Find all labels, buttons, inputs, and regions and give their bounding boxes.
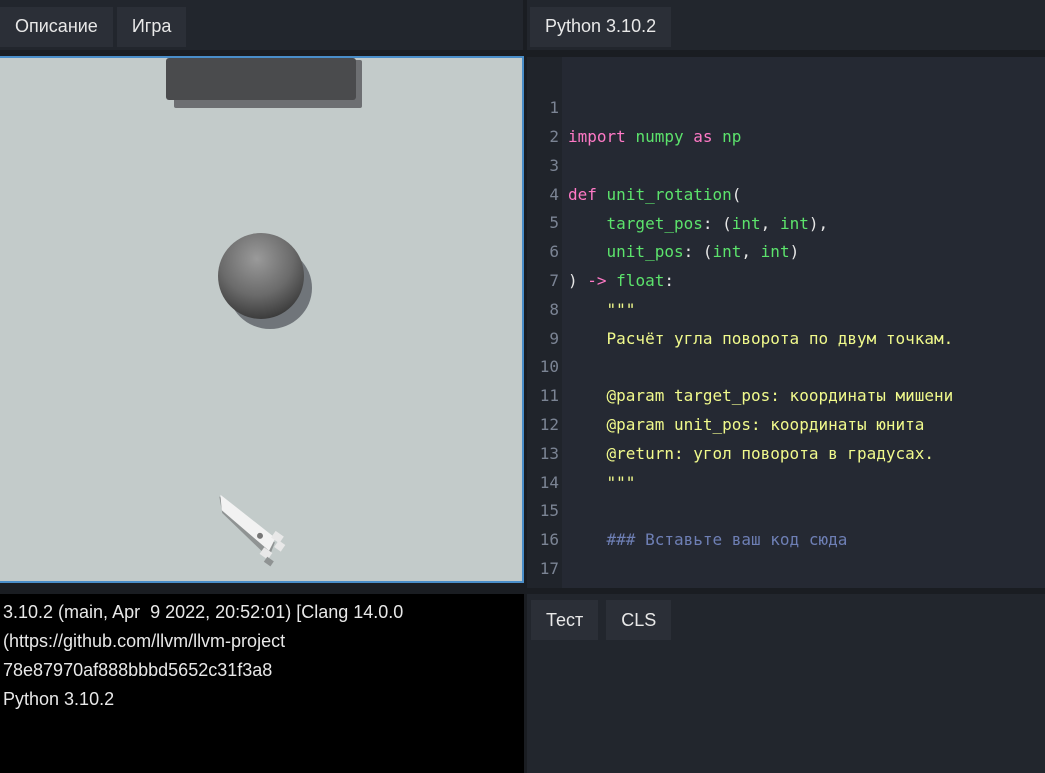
game-canvas[interactable] [0,56,524,583]
code-line: 4 target_pos: (int, int), [549,185,829,233]
tab-game[interactable]: Игра [116,6,187,47]
console-line: Python 3.10.2 [3,689,115,709]
unit-ship [219,494,286,567]
code-line: 8 Расчёт угла поворота по двум точкам. [549,300,954,348]
code-editor[interactable]: 1 import numpy as np 2 3 def unit_rotati… [527,57,1045,588]
code-line: 13 """ [539,444,636,492]
code-line: 2 [549,127,559,146]
code-line: 15 ### Вставьте ваш код сюда [539,501,848,549]
code-line: 18 [527,554,566,583]
console-line: 78e87970af888bbbd5652c31f3a8 [3,660,273,680]
wall-block [166,58,356,100]
code-line: 7 """ [549,271,636,319]
code-line: 10 @param target_pos: координаты мишени [539,357,954,405]
console-output[interactable]: 3.10.2 (main, Apr 9 2022, 20:52:01) [Cla… [0,594,524,773]
code-line: 14 [539,473,559,492]
code-line: 5 unit_pos: (int, int) [549,213,800,261]
code-line: 17 return 0 [539,559,559,578]
console-line: 3.10.2 (main, Apr 9 2022, 20:52:01) [Cla… [3,602,404,622]
tab-description[interactable]: Описание [0,6,113,47]
test-panel: Тест CLS [527,594,1045,773]
target-sphere [218,233,304,319]
code-line: 6 ) -> float: [549,242,674,290]
code-line: 1 import numpy as np [549,98,742,146]
console-line: (https://github.com/llvm/llvm-project [3,631,286,651]
code-line: 16 [539,530,559,549]
right-tab-bar: Python 3.10.2 [527,0,1045,50]
test-button[interactable]: Тест [531,600,599,640]
code-line: 11 @param unit_pos: координаты юнита [539,386,925,434]
left-tab-bar: Описание Игра [0,0,523,50]
game-scene [166,58,362,567]
cls-button[interactable]: CLS [606,600,672,640]
code-line: 12 @return: угол поворота в градусах. [539,415,935,463]
tab-python[interactable]: Python 3.10.2 [530,6,672,47]
code-line: 9 [549,329,559,348]
code-line: 3 def unit_rotation( [549,156,742,204]
